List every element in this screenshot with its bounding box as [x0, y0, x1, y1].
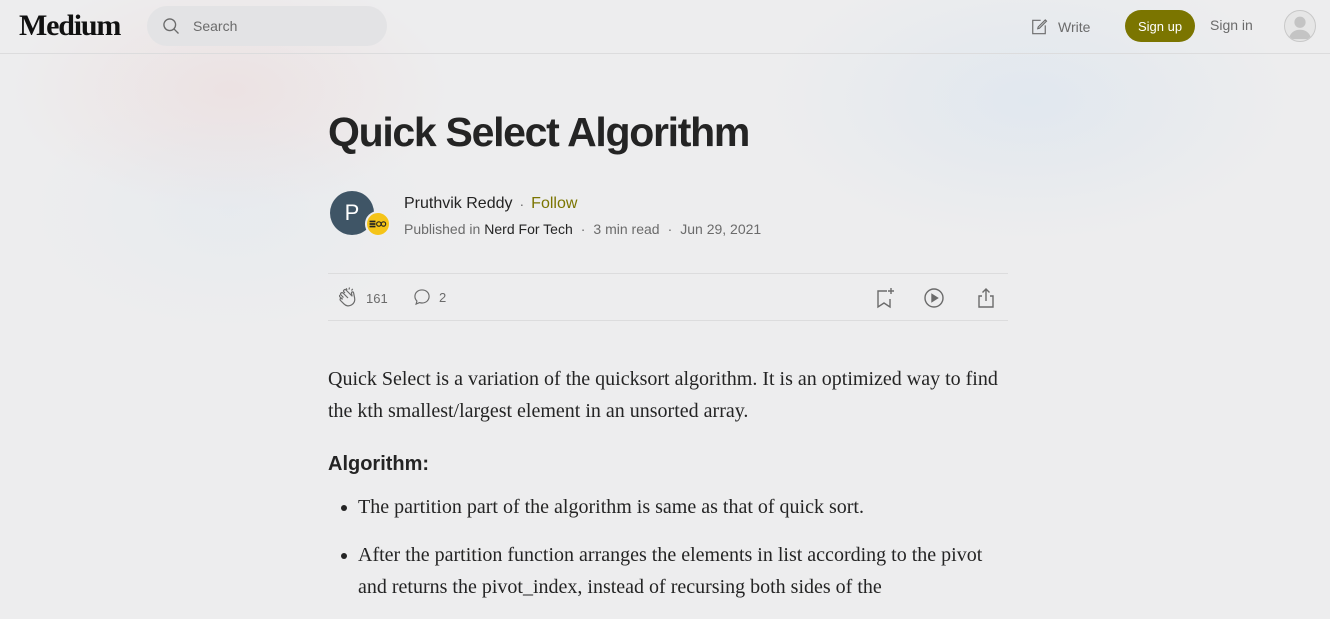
write-icon — [1032, 19, 1048, 35]
author-line: Pruthvik Reddy · Follow — [404, 195, 577, 213]
separator-dot: · — [519, 196, 525, 212]
sign-in-link[interactable]: Sign in — [1210, 17, 1253, 33]
author-name-link[interactable]: Pruthvik Reddy — [404, 195, 513, 213]
comment-count: 2 — [439, 289, 447, 305]
list-item: After the partition function arranges th… — [328, 539, 1008, 603]
user-avatar-button[interactable] — [1284, 10, 1316, 42]
bookmark-add-icon[interactable] — [872, 286, 896, 310]
publication-logo[interactable] — [365, 211, 391, 237]
clap-button[interactable]: 161 — [336, 286, 388, 310]
author-avatar-initial: P — [344, 200, 360, 225]
article-title: Quick Select Algorithm — [328, 109, 750, 155]
algorithm-bullet-list: The partition part of the algorithm is s… — [328, 491, 1008, 619]
separator-dot: · — [580, 221, 586, 237]
share-icon[interactable] — [974, 286, 998, 310]
section-heading: Algorithm: — [328, 453, 430, 475]
separator-dot: · — [667, 221, 673, 237]
article-meta: Published in Nerd For Tech · 3 min read … — [404, 221, 761, 237]
publication-name-link[interactable]: Nerd For Tech — [484, 221, 572, 237]
article-intro-paragraph: Quick Select is a variation of the quick… — [328, 368, 998, 422]
clap-icon — [338, 287, 356, 307]
search-box[interactable] — [147, 6, 387, 46]
sign-up-button[interactable]: Sign up — [1125, 10, 1195, 42]
medium-logo[interactable]: Medium — [19, 9, 121, 43]
comment-icon — [414, 289, 430, 306]
user-avatar-icon — [1288, 16, 1312, 40]
write-button[interactable]: Write — [1029, 15, 1090, 39]
play-icon[interactable] — [922, 286, 946, 310]
publish-date: Jun 29, 2021 — [680, 221, 762, 237]
search-icon — [163, 18, 179, 34]
published-in-label: Published in — [404, 221, 481, 237]
clap-count: 161 — [366, 290, 388, 306]
write-label: Write — [1058, 19, 1091, 35]
follow-button[interactable]: Follow — [531, 195, 577, 213]
publication-logo-icon — [369, 220, 387, 228]
top-navigation-bar: Medium Write Sign up Sign in — [0, 0, 1330, 54]
comments-button[interactable]: 2 — [412, 287, 446, 307]
read-time: 3 min read — [593, 221, 660, 237]
article-action-bar: 161 2 — [328, 273, 1008, 321]
list-item: The partition part of the algorithm is s… — [328, 491, 1008, 523]
search-input[interactable] — [193, 6, 373, 46]
